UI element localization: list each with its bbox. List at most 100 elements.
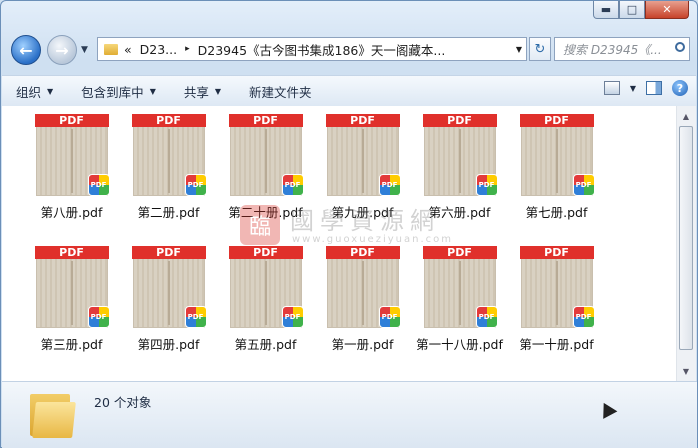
file-item[interactable]: PDF PDF 第三册.pdf (23, 246, 120, 353)
file-list-pane[interactable]: PDF PDF 第八册.pdf PDF PDF 第二册.pdf PDF PDF 第二十册.pdf… (2, 106, 676, 381)
file-item[interactable]: PDF PDF 第五册.pdf (217, 246, 314, 353)
file-name: 第八册.pdf (40, 205, 103, 220)
file-item[interactable]: PDF PDF 第二十册.pdf (217, 114, 314, 221)
file-item[interactable]: PDF PDF 第七册.pdf (508, 114, 605, 221)
help-icon[interactable]: ? (672, 80, 688, 96)
pdf-label: PDF (131, 246, 206, 259)
address-bar[interactable]: « D23... ▸ D23945《古今图书集成186》天一阁藏本... ▼ (97, 37, 527, 61)
search-input[interactable]: 搜索 D23945《... (554, 37, 690, 61)
close-button[interactable]: ✕ (645, 1, 689, 19)
pdf-app-icon: PDF (378, 306, 401, 328)
search-placeholder: 搜索 D23945《... (563, 42, 662, 57)
recent-pages-dropdown-icon[interactable]: ▼ (81, 45, 88, 55)
pdf-thumbnail: PDF PDF (325, 246, 401, 330)
pdf-thumbnail: PDF PDF (422, 114, 498, 198)
file-item[interactable]: PDF PDF 第一十册.pdf (508, 246, 605, 353)
pdf-label: PDF (131, 114, 206, 127)
pdf-thumbnail: PDF PDF (519, 114, 595, 198)
address-overflow-chevron[interactable]: « (124, 42, 132, 57)
refresh-button[interactable]: ↻ (529, 37, 551, 61)
file-name: 第一册.pdf (331, 337, 394, 352)
scrollbar-thumb[interactable] (679, 126, 693, 350)
pdf-app-icon: PDF (184, 306, 207, 328)
file-item[interactable]: PDF PDF 第九册.pdf (314, 114, 411, 221)
file-name: 第三册.pdf (40, 337, 103, 352)
dropdown-arrow-icon: ▼ (214, 86, 222, 96)
folder-icon (104, 43, 118, 55)
pdf-label: PDF (325, 246, 400, 259)
pdf-thumbnail: PDF PDF (519, 246, 595, 330)
file-name: 第九册.pdf (331, 205, 394, 220)
scroll-down-arrow-icon[interactable]: ▼ (680, 365, 692, 377)
preview-pane-icon[interactable] (646, 81, 662, 95)
pdf-label: PDF (228, 246, 303, 259)
change-view-icon[interactable] (603, 81, 620, 95)
pdf-app-icon: PDF (281, 306, 304, 328)
file-item[interactable]: PDF PDF 第六册.pdf (411, 114, 508, 221)
dropdown-arrow-icon: ▼ (149, 86, 156, 96)
file-name: 第六册.pdf (428, 205, 491, 220)
explorer-window: ▬ □ ✕ ← → ▼ « D23... ▸ D23945《古今图书集成186》… (0, 0, 698, 448)
pdf-app-icon: PDF (475, 306, 498, 328)
share-label: 共享 (183, 84, 209, 100)
back-button[interactable]: ← (11, 35, 41, 65)
pdf-app-icon: PDF (87, 174, 110, 196)
organize-label: 组织 (16, 84, 42, 100)
share-menu[interactable]: 共享 ▼ (170, 82, 235, 101)
minimize-button[interactable]: ▬ (593, 1, 619, 19)
search-icon[interactable] (675, 42, 685, 52)
new-folder-label: 新建文件夹 (249, 84, 312, 100)
navigation-bar: ← → ▼ « D23... ▸ D23945《古今图书集成186》天一阁藏本.… (9, 35, 690, 67)
pdf-label: PDF (228, 114, 303, 127)
file-item[interactable]: PDF PDF 第八册.pdf (23, 114, 120, 221)
pdf-app-icon: PDF (87, 306, 110, 328)
address-separator-icon[interactable]: ▸ (185, 44, 190, 54)
file-name: 第二十册.pdf (228, 205, 303, 220)
pdf-app-icon: PDF (378, 174, 401, 196)
scroll-up-arrow-icon[interactable]: ▲ (680, 110, 692, 122)
maximize-button[interactable]: □ (619, 1, 645, 19)
pdf-label: PDF (422, 246, 497, 259)
address-history-dropdown-icon[interactable]: ▼ (516, 45, 522, 54)
pdf-label: PDF (422, 114, 497, 127)
pdf-label: PDF (34, 246, 109, 259)
file-name: 第七册.pdf (525, 205, 588, 220)
pdf-thumbnail: PDF PDF (228, 114, 304, 198)
folder-icon (30, 390, 76, 440)
file-item[interactable]: PDF PDF 第四册.pdf (120, 246, 217, 353)
view-controls: ▼ ? (603, 80, 688, 96)
pdf-app-icon: PDF (281, 174, 304, 196)
forward-button[interactable]: → (47, 35, 77, 65)
pdf-thumbnail: PDF PDF (325, 114, 401, 198)
pdf-thumbnail: PDF PDF (131, 246, 207, 330)
pdf-label: PDF (519, 114, 594, 127)
view-options-dropdown-icon[interactable]: ▼ (630, 84, 636, 93)
organize-menu[interactable]: 组织 ▼ (2, 82, 67, 101)
file-item[interactable]: PDF PDF 第一十八册.pdf (411, 246, 508, 353)
file-grid: PDF PDF 第八册.pdf PDF PDF 第二册.pdf PDF PDF 第二十册.pdf… (23, 114, 605, 353)
command-bar: 组织 ▼ 包含到库中 ▼ 共享 ▼ 新建文件夹 ▼ ? (2, 75, 696, 107)
caption-buttons: ▬ □ ✕ (593, 1, 689, 19)
file-name: 第二册.pdf (137, 205, 200, 220)
address-segment[interactable]: D23... (140, 42, 177, 57)
pdf-label: PDF (519, 246, 594, 259)
pdf-app-icon: PDF (475, 174, 498, 196)
vertical-scrollbar[interactable]: ▲ ▼ (676, 106, 696, 381)
pdf-thumbnail: PDF PDF (422, 246, 498, 330)
file-name: 第一十册.pdf (519, 337, 594, 352)
pdf-label: PDF (325, 114, 400, 127)
details-pane: 20 个对象 (2, 381, 697, 448)
file-item[interactable]: PDF PDF 第二册.pdf (120, 114, 217, 221)
pdf-label: PDF (34, 114, 109, 127)
file-name: 第一十八册.pdf (416, 337, 503, 352)
pdf-thumbnail: PDF PDF (34, 114, 110, 198)
pdf-app-icon: PDF (572, 306, 595, 328)
pdf-thumbnail: PDF PDF (131, 114, 207, 198)
object-count: 20 个对象 (94, 395, 152, 410)
address-segment-current[interactable]: D23945《古今图书集成186》天一阁藏本... (198, 40, 446, 59)
include-in-library-menu[interactable]: 包含到库中 ▼ (67, 82, 170, 101)
new-folder-button[interactable]: 新建文件夹 (235, 82, 326, 101)
pdf-thumbnail: PDF PDF (228, 246, 304, 330)
pdf-thumbnail: PDF PDF (34, 246, 110, 330)
file-item[interactable]: PDF PDF 第一册.pdf (314, 246, 411, 353)
